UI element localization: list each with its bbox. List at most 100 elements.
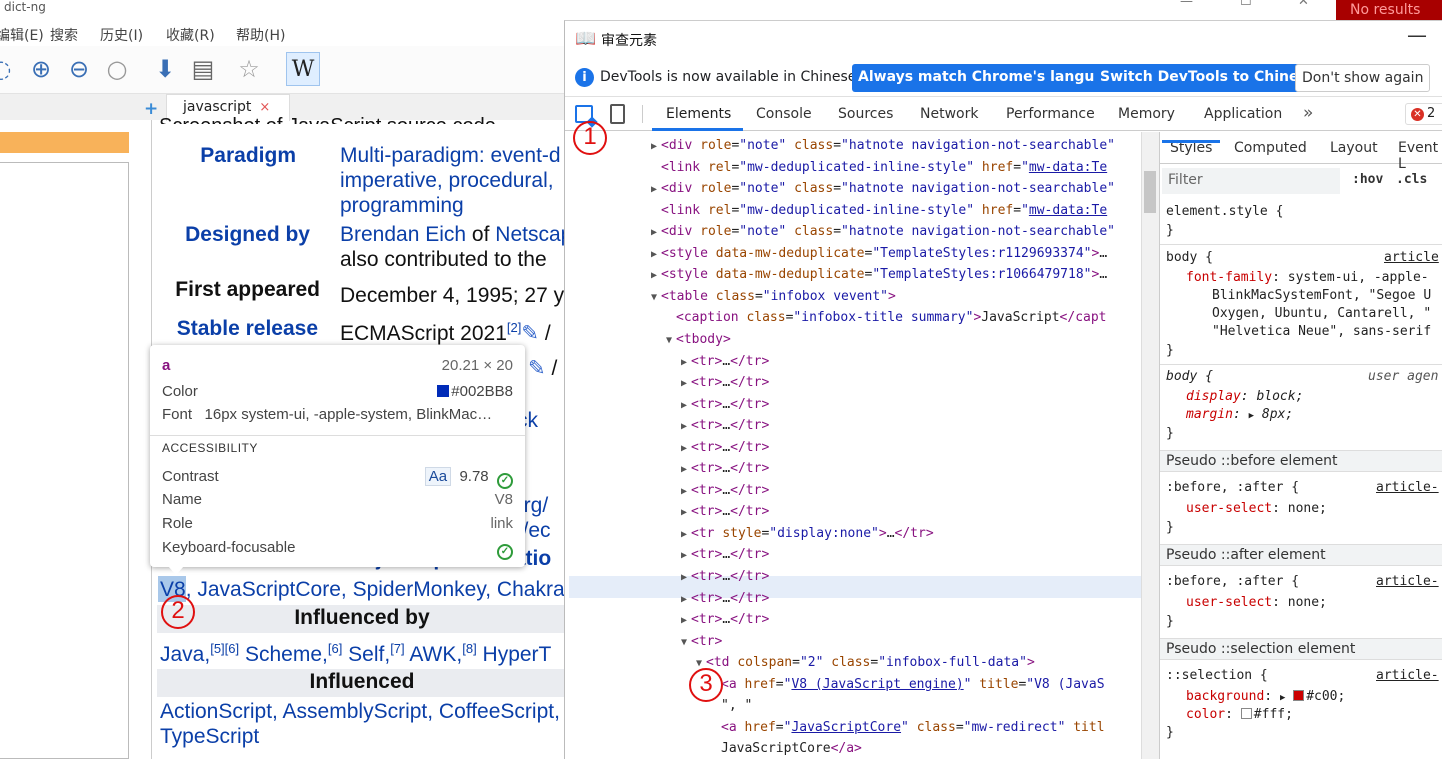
dom-node-row[interactable]: ▶ <tr>…</tr> — [681, 351, 769, 372]
expand-triangle-icon[interactable]: ▶ — [651, 265, 661, 286]
dom-node-row[interactable]: ▶ <tr>…</tr> — [681, 609, 769, 630]
zoom-reset-icon[interactable]: ○ — [100, 52, 134, 86]
prop-user-select-2[interactable]: user-select: none; — [1186, 595, 1327, 610]
cls-toggle[interactable]: .cls — [1396, 172, 1427, 187]
expand-triangle-icon[interactable]: ▶ — [681, 610, 691, 631]
rule-before-source[interactable]: article- — [1376, 480, 1439, 495]
dom-node-row[interactable]: ▶ <tr>…</tr> — [681, 566, 769, 587]
expand-triangle-icon[interactable]: ▶ — [651, 244, 661, 265]
label-stable-release[interactable]: Stable release — [148, 317, 318, 341]
elements-scroll-thumb[interactable] — [1144, 171, 1156, 213]
label-paradigm[interactable]: Paradigm — [126, 144, 296, 168]
tab-application[interactable]: Application — [1204, 106, 1282, 122]
styles-filter-input[interactable]: Filter — [1162, 168, 1340, 194]
dom-node-row[interactable]: ▶ <style data-mw-deduplicate="TemplateSty… — [651, 264, 1107, 285]
zoom-in-icon[interactable]: ⊕ — [24, 52, 58, 86]
value-influenced-2[interactable]: TypeScript — [160, 725, 259, 749]
value-influenced-by[interactable]: Java,[5][6] Scheme,[6] Self,[7] AWK,[8] … — [160, 641, 551, 667]
dom-node-row[interactable]: <caption class="infobox-title summary">J… — [676, 307, 1107, 328]
elements-tree[interactable]: ▶ <div role="note" class="hatnote navigat… — [565, 132, 1141, 759]
tab-layout[interactable]: Layout — [1330, 140, 1378, 156]
value-paradigm-2[interactable]: imperative, procedural, — [340, 169, 554, 193]
new-tab-icon[interactable]: + — [144, 99, 158, 119]
value-paradigm-1[interactable]: Multi-paradigm: event-d — [340, 144, 561, 168]
rule-selection-source[interactable]: article- — [1376, 668, 1439, 683]
tab-sources[interactable]: Sources — [838, 106, 893, 122]
prop-font-family[interactable]: font-family: system-ui, -apple- — [1186, 270, 1429, 285]
edit-pencil-icon[interactable]: ✎ — [521, 322, 539, 345]
prop-background[interactable]: background: ▶ #c00; — [1186, 689, 1345, 704]
expand-triangle-icon[interactable]: ▼ — [666, 330, 676, 351]
dom-node-row[interactable]: <link rel="mw-deduplicated-inline-style"… — [661, 157, 1107, 178]
menu-history[interactable]: 历史(I) — [100, 25, 143, 45]
close-icon[interactable]: ✕ — [1298, 0, 1309, 9]
dom-node-row[interactable]: <a href="V8 (JavaScript engine)" title="… — [721, 674, 1105, 695]
more-tabs-icon[interactable]: » — [1303, 103, 1313, 123]
prop-color[interactable]: color: #fff; — [1186, 707, 1293, 722]
value-influenced-1[interactable]: ActionScript, AssemblyScript, CoffeeScri… — [160, 700, 560, 724]
hov-toggle[interactable]: :hov — [1352, 172, 1383, 187]
value-paradigm-3[interactable]: programming — [340, 194, 464, 218]
dom-node-row[interactable]: ▶ <div role="note" class="hatnote navigat… — [651, 178, 1115, 199]
print-icon[interactable]: ▤ — [186, 52, 220, 86]
dom-node-row[interactable]: ▶ <tr>…</tr> — [681, 415, 769, 436]
expand-triangle-icon[interactable]: ▶ — [651, 222, 661, 243]
expand-triangle-icon[interactable]: ▶ — [1280, 693, 1285, 703]
tab-console[interactable]: Console — [756, 106, 812, 122]
minimize-icon[interactable]: — — [1407, 23, 1427, 47]
link-brendan-eich[interactable]: Brendan Eich — [340, 223, 466, 246]
star-icon[interactable]: ☆ — [232, 52, 266, 86]
menu-help[interactable]: 帮助(H) — [236, 25, 285, 45]
dom-node-row[interactable]: ▶ <style data-mw-deduplicate="TemplateSty… — [651, 243, 1107, 264]
wikipedia-button[interactable]: W — [286, 52, 320, 86]
expand-triangle-icon[interactable]: ▼ — [681, 632, 691, 653]
device-toolbar-icon[interactable] — [610, 104, 625, 124]
dom-node-row[interactable]: ▼ <td colspan="2" class="infobox-full-dat… — [696, 652, 1035, 673]
link-netscape[interactable]: Netscap — [495, 223, 572, 246]
expand-triangle-icon[interactable]: ▼ — [651, 287, 661, 308]
dont-show-again-button[interactable]: Don't show again — [1295, 64, 1431, 92]
expand-triangle-icon[interactable]: ▶ — [681, 481, 691, 502]
dom-node-row[interactable]: ▶ <tr>…</tr> — [681, 372, 769, 393]
color-swatch-white[interactable] — [1240, 708, 1252, 719]
prop-user-select[interactable]: user-select: none; — [1186, 501, 1327, 516]
ref-2[interactable]: [2] — [507, 320, 521, 335]
tab-performance[interactable]: Performance — [1006, 106, 1095, 122]
search-bar[interactable] — [0, 132, 129, 153]
always-match-language-button[interactable]: Always match Chrome's language — [852, 64, 1130, 92]
partial-icon[interactable]: ◌ — [0, 52, 18, 86]
download-icon[interactable]: ⬇ — [148, 52, 182, 86]
word-list[interactable] — [0, 162, 129, 759]
expand-triangle-icon[interactable]: ▶ — [681, 352, 691, 373]
tab-elements[interactable]: Elements — [666, 106, 731, 122]
expand-triangle-icon[interactable]: ▶ — [681, 502, 691, 523]
menu-edit[interactable]: 编辑(E) — [0, 25, 44, 45]
color-swatch-red[interactable] — [1293, 690, 1305, 701]
dom-node-row[interactable]: ▶ <tr style="display:none">…</tr> — [681, 523, 934, 544]
dom-node-row[interactable]: ▼ <table class="infobox vevent"> — [651, 286, 896, 307]
expand-triangle-icon[interactable]: ▶ — [681, 416, 691, 437]
tab-event-listeners[interactable]: Event L — [1398, 140, 1442, 172]
dom-node-row[interactable]: ▶ <tr>…</tr> — [681, 394, 769, 415]
edit-pencil-icon-2[interactable]: ✎ — [528, 357, 546, 380]
expand-triangle-icon[interactable]: ▶ — [1249, 411, 1254, 421]
dom-node-row[interactable]: ▼ <tbody> — [666, 329, 731, 350]
error-count-badge[interactable]: ✕ 2 — [1405, 103, 1442, 125]
expand-triangle-icon[interactable]: ▶ — [681, 589, 691, 610]
expand-triangle-icon[interactable]: ▶ — [681, 438, 691, 459]
dom-node-row[interactable]: ▶ <tr>…</tr> — [681, 501, 769, 522]
dom-node-row[interactable]: <link rel="mw-deduplicated-inline-style"… — [661, 200, 1107, 221]
dom-node-row[interactable]: ▶ <div role="note" class="hatnote navigat… — [651, 221, 1115, 242]
menu-favorites[interactable]: 收藏(R) — [166, 25, 215, 45]
rule-body-source[interactable]: article — [1384, 250, 1439, 265]
dom-node-row[interactable]: ▶ <tr>…</tr> — [681, 480, 769, 501]
menu-search[interactable]: 搜索 — [50, 25, 78, 45]
rule-after-source[interactable]: article- — [1376, 574, 1439, 589]
expand-triangle-icon[interactable]: ▶ — [681, 373, 691, 394]
dom-node-row[interactable]: ▶ <div role="note" class="hatnote navigat… — [651, 135, 1115, 156]
expand-triangle-icon[interactable]: ▶ — [681, 545, 691, 566]
tab-network[interactable]: Network — [920, 106, 978, 122]
expand-triangle-icon[interactable]: ▶ — [681, 459, 691, 480]
minimize-icon[interactable]: — — [1180, 0, 1193, 9]
dom-node-row[interactable]: ▶ <tr>…</tr> — [681, 458, 769, 479]
